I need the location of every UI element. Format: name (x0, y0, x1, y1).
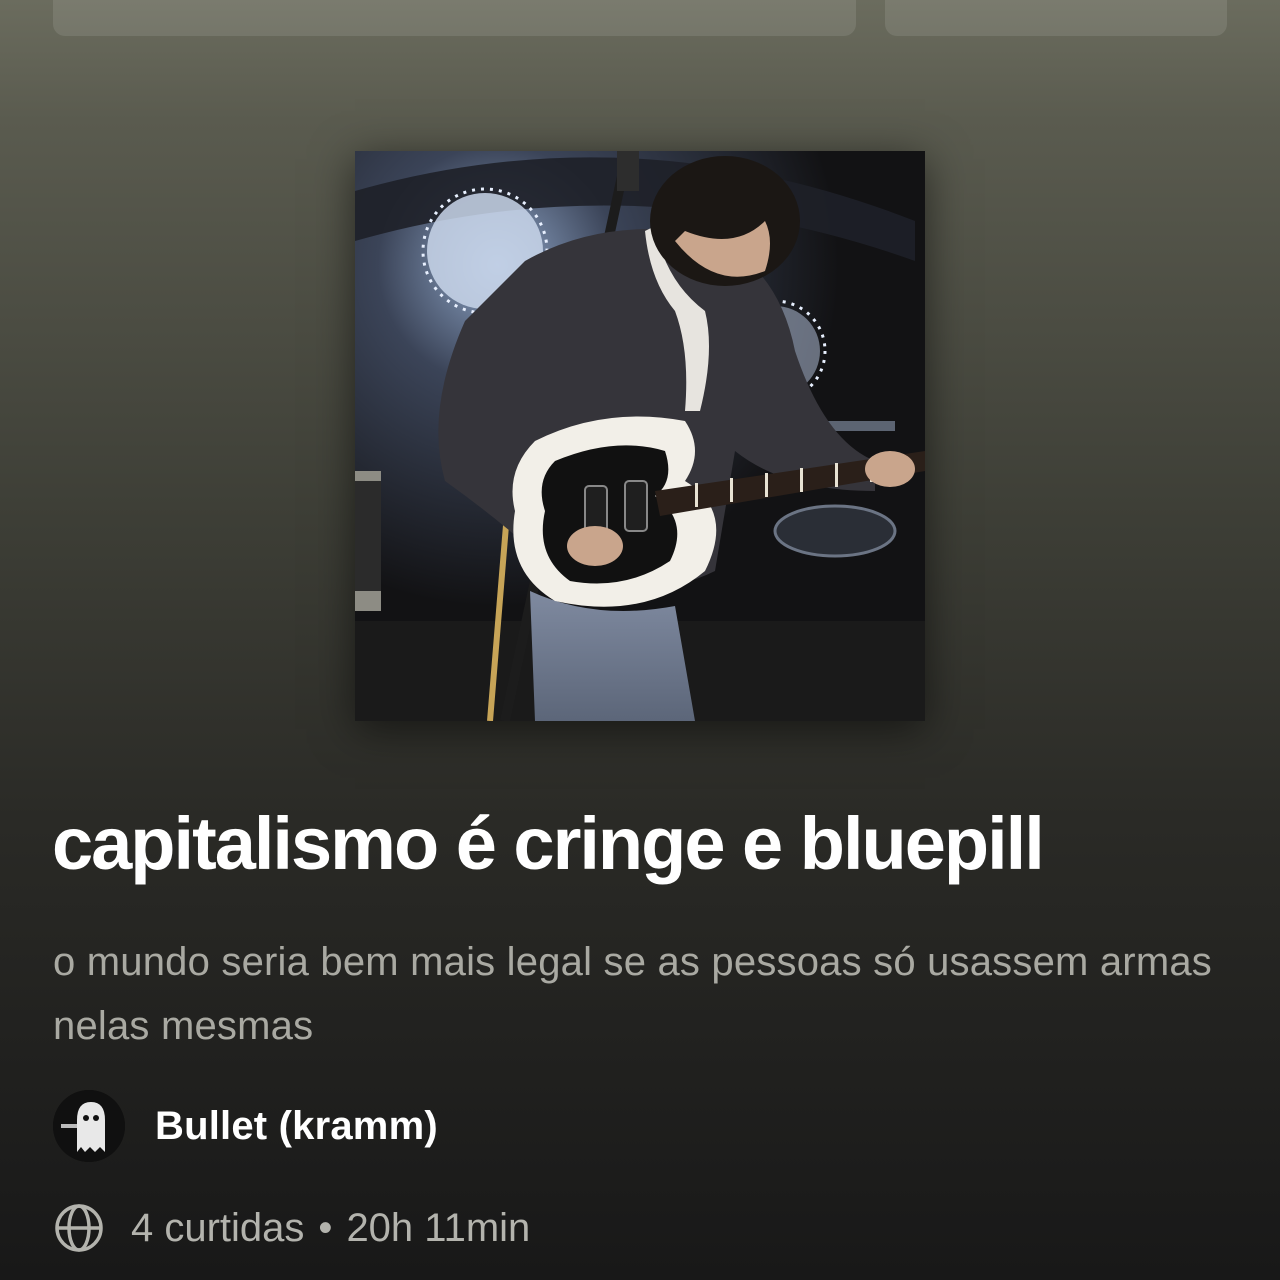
likes-count: 4 curtidas (131, 1205, 305, 1250)
owner-name[interactable]: Bullet (kramm) (155, 1104, 438, 1149)
globe-icon (53, 1202, 105, 1254)
playlist-title: capitalismo é cringe e bluepill (52, 802, 1045, 885)
owner-row[interactable]: Bullet (kramm) (53, 1090, 438, 1162)
playlist-description: o mundo seria bem mais legal se as pesso… (53, 940, 1212, 1048)
top-card-left[interactable] (53, 0, 856, 36)
meta-separator: • (318, 1205, 333, 1250)
guitarist-photo (355, 151, 925, 721)
top-card-right[interactable] (885, 0, 1227, 36)
total-duration: 20h 11min (346, 1205, 531, 1250)
playlist-meta: 4 curtidas • 20h 11min (53, 1198, 530, 1258)
playlist-cover-image (355, 151, 925, 721)
ghost-avatar[interactable] (53, 1090, 125, 1162)
